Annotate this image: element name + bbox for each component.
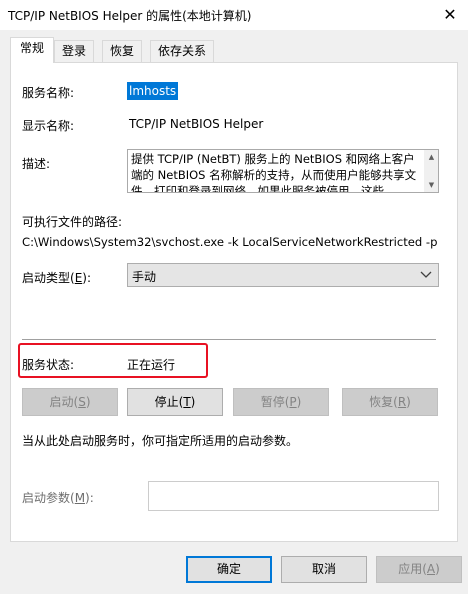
scroll-up-arrow-icon[interactable]: ▲: [424, 150, 438, 164]
scroll-down-arrow-icon[interactable]: ▼: [424, 178, 438, 192]
general-panel: [10, 62, 458, 542]
tab-recovery[interactable]: 恢复: [102, 40, 142, 62]
exe-path-label: 可执行文件的路径:: [22, 215, 123, 229]
tab-general[interactable]: 常规: [10, 37, 54, 63]
tab-dependencies[interactable]: 依存关系: [150, 40, 214, 62]
resume-button[interactable]: 恢复(R): [342, 388, 438, 416]
start-params-input[interactable]: [148, 481, 439, 511]
startup-type-dropdown[interactable]: 手动: [127, 263, 439, 287]
service-status-label: 服务状态:: [22, 358, 75, 372]
description-label: 描述:: [22, 157, 51, 171]
pause-button[interactable]: 暂停(P): [233, 388, 329, 416]
description-text: 提供 TCP/IP (NetBT) 服务上的 NetBIOS 和网络上客户端的 …: [131, 152, 417, 193]
startup-type-value: 手动: [132, 270, 157, 284]
chevron-down-icon: [420, 267, 432, 284]
window-title: TCP/IP NetBIOS Helper 的属性(本地计算机): [8, 9, 252, 23]
service-name-value[interactable]: lmhosts: [127, 82, 179, 100]
start-button[interactable]: 启动(S): [22, 388, 118, 416]
display-name-value[interactable]: TCP/IP NetBIOS Helper: [129, 117, 263, 131]
startup-params-hint: 当从此处启动服务时，你可指定所适用的启动参数。: [22, 434, 299, 448]
start-params-label: 启动参数(M):: [22, 491, 94, 505]
separator: [22, 339, 436, 340]
apply-button[interactable]: 应用(A): [376, 556, 462, 583]
exe-path-value[interactable]: C:\Windows\System32\svchost.exe -k Local…: [22, 235, 437, 249]
title-bar: TCP/IP NetBIOS Helper 的属性(本地计算机) ✕: [0, 0, 468, 30]
service-name-label: 服务名称:: [22, 86, 75, 100]
stop-button[interactable]: 停止(T): [127, 388, 223, 416]
description-box[interactable]: 提供 TCP/IP (NetBT) 服务上的 NetBIOS 和网络上客户端的 …: [127, 149, 439, 193]
service-status-value: 正在运行: [127, 358, 176, 372]
ok-button[interactable]: 确定: [186, 556, 272, 583]
close-icon[interactable]: ✕: [436, 2, 464, 28]
description-scrollbar[interactable]: ▲ ▼: [424, 150, 438, 192]
tab-logon[interactable]: 登录: [54, 40, 94, 62]
cancel-button[interactable]: 取消: [281, 556, 367, 583]
startup-type-label: 启动类型(E):: [22, 271, 92, 285]
display-name-label: 显示名称:: [22, 119, 75, 133]
